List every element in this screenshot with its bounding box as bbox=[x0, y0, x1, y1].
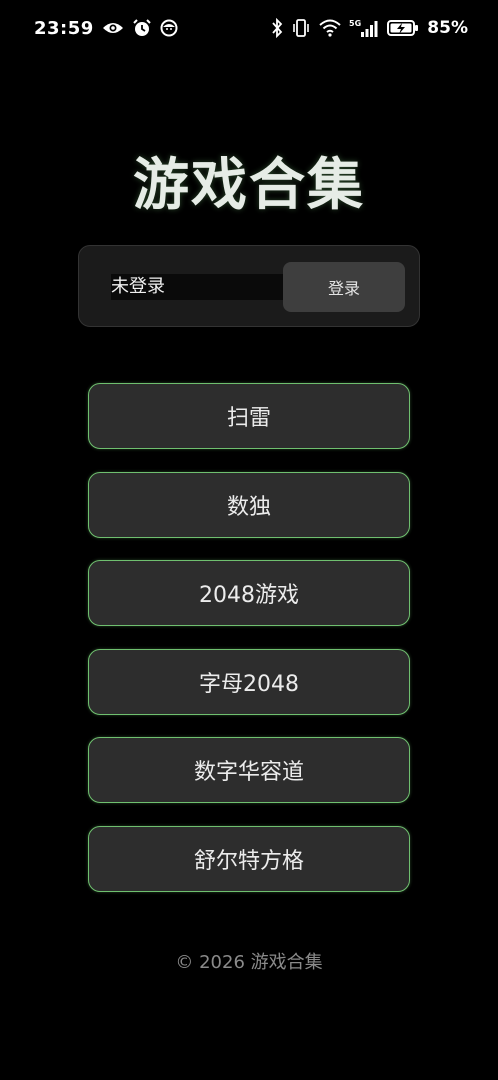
status-left: 23:59 bbox=[34, 18, 178, 39]
number-slide-puzzle-button[interactable]: 数字华容道 bbox=[88, 737, 410, 804]
letter-2048-button[interactable]: 字母2048 bbox=[88, 648, 410, 715]
battery-percent: 85% bbox=[427, 18, 468, 38]
status-time: 23:59 bbox=[34, 17, 94, 39]
game-2048-button[interactable]: 2048游戏 bbox=[88, 560, 410, 627]
login-card: 未登录 登录 bbox=[78, 245, 420, 327]
schulte-grid-button[interactable]: 舒尔特方格 bbox=[88, 825, 410, 892]
5g-signal-icon: 5G bbox=[349, 18, 379, 38]
alarm-clock-icon bbox=[132, 18, 152, 38]
vibrate-icon bbox=[291, 18, 311, 38]
sudoku-button[interactable]: 数独 bbox=[88, 471, 410, 538]
status-right: 5G 85% bbox=[271, 18, 468, 38]
status-bar: 23:59 5G 85% bbox=[0, 0, 498, 56]
battery-charging-icon bbox=[387, 18, 419, 38]
minesweeper-button[interactable]: 扫雷 bbox=[88, 383, 410, 449]
login-button[interactable]: 登录 bbox=[283, 262, 405, 312]
game-list: 扫雷 数独 2048游戏 字母2048 数字华容道 舒尔特方格 bbox=[88, 383, 410, 915]
face-icon bbox=[160, 18, 178, 38]
bluetooth-icon bbox=[271, 18, 283, 38]
login-status-text: 未登录 bbox=[111, 274, 283, 300]
page-title: 游戏合集 bbox=[133, 153, 365, 218]
eye-icon bbox=[102, 18, 124, 38]
network-label: 5G bbox=[349, 19, 361, 28]
wifi-icon bbox=[319, 18, 341, 38]
footer-copyright: © 2026 游戏合集 bbox=[175, 952, 323, 973]
